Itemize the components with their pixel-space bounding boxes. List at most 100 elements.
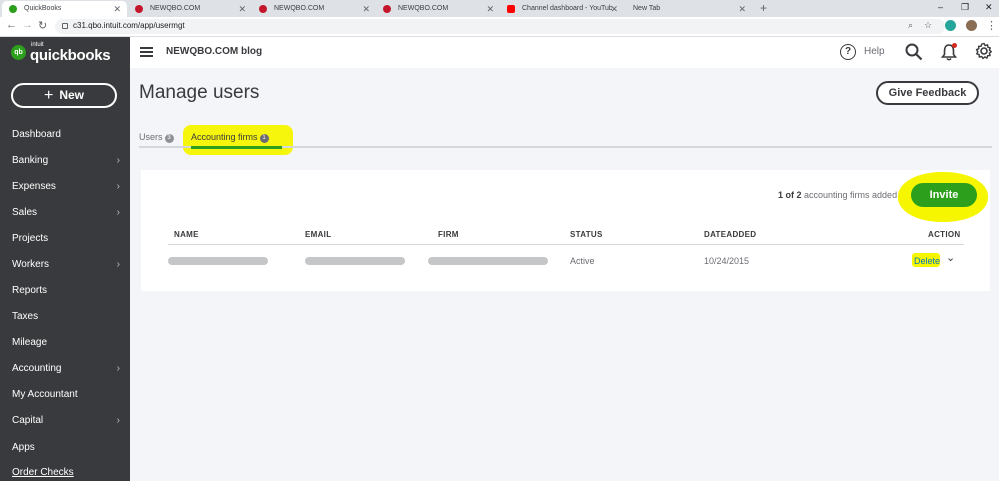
sidebar-item-label: Taxes [12,311,39,322]
site-favicon-icon [383,5,391,13]
sidebar-item-my-accountant[interactable]: My Accountant [0,382,130,408]
sidebar-item-label: Reports [12,285,48,296]
give-feedback-button[interactable]: Give Feedback [876,81,979,105]
tab-label: Accounting firms [191,132,258,142]
column-header-dateadded[interactable]: DATEADDED [704,230,756,239]
sidebar-item-sales[interactable]: Sales › [0,200,130,226]
new-tab-plus-icon[interactable]: + [760,0,767,17]
status-cell: Active [570,256,595,266]
tab-label: Users [139,132,163,142]
column-header-status[interactable]: STATUS [570,230,603,239]
close-tab-icon[interactable]: ✕ [738,1,746,17]
browser-tab-label: NEWQBO.COM [274,5,325,12]
hamburger-menu-icon[interactable] [140,47,153,57]
sidebar-item-accounting[interactable]: Accounting › [0,356,130,382]
lock-icon [62,23,68,29]
browser-tab-label: NEWQBO.COM [398,5,449,12]
zoom-icon[interactable]: ⌕ [908,20,913,31]
chevron-right-icon: › [116,259,120,270]
notification-badge [952,43,957,48]
gear-icon[interactable] [975,42,993,60]
sidebar-item-label: Sales [12,207,38,218]
company-name: NEWQBO.COM blog [166,46,263,57]
user-tabs: Users 3 Accounting firms 1 [139,130,992,149]
close-tab-icon[interactable]: ✕ [362,1,370,17]
column-header-firm[interactable]: FIRM [438,230,459,239]
firms-count-text: 1 of 2 accounting firms added [778,190,897,200]
bookmark-star-icon[interactable]: ☆ [924,20,932,31]
sidebar-item-label: Order Checks [12,467,74,478]
browser-toolbar: ← → ↻ c31.qbo.intuit.com/app/usermgt ⌕ ☆… [0,17,999,37]
browser-tab[interactable]: New Tab ✕ [624,1,752,17]
chevron-right-icon: › [116,415,120,426]
forward-arrow-icon[interactable]: → [22,19,33,31]
sidebar-item-label: Expenses [12,181,56,192]
sidebar-item-label: Apps [12,442,35,453]
sidebar-item-taxes[interactable]: Taxes [0,304,130,330]
sidebar-item-label: Dashboard [12,129,61,140]
browser-tab[interactable]: Channel dashboard - YouTube St ✕ [500,1,624,17]
top-header: NEWQBO.COM blog ? Help [130,37,999,68]
browser-tab[interactable]: NEWQBO.COM ✕ [128,1,252,17]
address-bar[interactable]: c31.qbo.intuit.com/app/usermgt ⌕ ☆ [55,19,945,34]
back-arrow-icon[interactable]: ← [6,19,17,31]
page-title: Manage users [139,82,260,103]
sidebar-item-expenses[interactable]: Expenses › [0,174,130,200]
invite-button[interactable]: Invite [911,183,977,207]
close-tab-icon[interactable]: ✕ [113,1,121,17]
browser-tab[interactable]: QuickBooks ✕ [2,1,127,17]
extension-icon[interactable] [945,20,956,31]
help-label[interactable]: Help [864,46,885,57]
firms-count-number: 1 of 2 [778,190,802,200]
close-window-icon[interactable]: ✕ [985,0,993,15]
browser-tab-label: Channel dashboard - YouTube St [522,5,612,12]
sidebar-item-dashboard[interactable]: Dashboard [0,122,130,148]
tab-count-badge: 1 [259,134,269,143]
browser-menu-icon[interactable]: ⋮ [986,19,997,32]
sidebar-item-projects[interactable]: Projects [0,226,130,252]
restore-window-icon[interactable]: ❐ [961,0,969,15]
sidebar-item-capital[interactable]: Capital › [0,408,130,434]
chevron-right-icon: › [116,181,120,192]
close-tab-icon[interactable]: ✕ [486,1,494,17]
new-button[interactable]: + New [11,83,117,108]
sidebar-item-label: Mileage [12,337,48,348]
browser-tab[interactable]: NEWQBO.COM ✕ [376,1,500,17]
sidebar-item-apps[interactable]: Apps [0,435,130,461]
column-header-action: ACTION [928,230,961,239]
minimize-window-icon[interactable]: – [938,0,943,15]
date-added-cell: 10/24/2015 [704,256,750,266]
reload-icon[interactable]: ↻ [38,19,47,32]
search-icon[interactable] [905,43,923,61]
delete-link[interactable]: Delete [914,256,940,266]
sidebar-item-banking[interactable]: Banking › [0,148,130,174]
sidebar-item-label: Workers [12,259,50,270]
column-header-email[interactable]: EMAIL [305,230,331,239]
sidebar-item-label: Projects [12,233,49,244]
quickbooks-favicon-icon [9,5,17,13]
table-row: Active 10/24/2015 Delete ⌄ [168,246,964,276]
close-tab-icon[interactable]: ✕ [610,1,618,17]
sidebar-item-order-checks[interactable]: Order Checks [0,460,130,481]
browser-tab[interactable]: NEWQBO.COM ✕ [252,1,376,17]
chevron-right-icon: › [116,155,120,166]
redacted-email [305,257,405,265]
site-favicon-icon [259,5,267,13]
sidebar-item-label: Capital [12,415,44,426]
chevron-down-icon[interactable]: ⌄ [946,251,955,264]
tab-users[interactable]: Users 3 [139,132,174,143]
column-header-name[interactable]: NAME [174,230,199,239]
sidebar-item-mileage[interactable]: Mileage [0,330,130,356]
redacted-firm [428,257,548,265]
sidebar-item-reports[interactable]: Reports [0,278,130,304]
close-tab-icon[interactable]: ✕ [238,1,246,17]
profile-avatar[interactable] [966,20,977,31]
chevron-right-icon: › [116,363,120,374]
sidebar-item-workers[interactable]: Workers › [0,252,130,278]
site-favicon-icon [135,5,143,13]
browser-tab-strip: QuickBooks ✕ NEWQBO.COM ✕ NEWQBO.COM ✕ N… [0,0,999,17]
redacted-name [168,257,268,265]
tab-accounting-firms[interactable]: Accounting firms 1 [191,132,269,143]
help-icon[interactable]: ? [840,44,856,60]
sidebar-item-label: My Accountant [12,389,78,400]
